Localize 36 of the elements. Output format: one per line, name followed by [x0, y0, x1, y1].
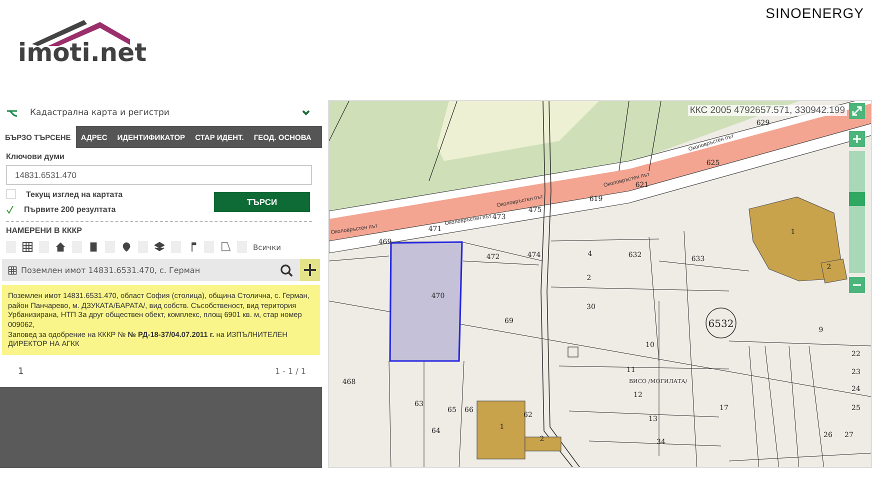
result-row[interactable]: Поземлен имот 14831.6531.470, с. Герман	[2, 259, 320, 281]
expand-icon	[852, 106, 862, 116]
add-button[interactable]	[300, 259, 320, 281]
layers-icon[interactable]	[154, 241, 165, 253]
keywords-field[interactable]: 14831.6531.470	[6, 165, 312, 185]
search-icon	[280, 264, 292, 276]
checkbox[interactable]	[6, 206, 14, 214]
zoom-in-button[interactable]	[849, 131, 865, 147]
polygon-icon[interactable]	[220, 241, 231, 253]
page-number[interactable]: 1	[18, 366, 24, 377]
checkmark-icon	[6, 206, 14, 214]
zoom-thumb[interactable]	[849, 192, 865, 206]
chevron-down-icon[interactable]	[302, 110, 310, 116]
plus-icon	[853, 135, 861, 143]
corner-text: SINOENERGY	[766, 5, 864, 21]
checkbox-label: Първите 200 резултата	[24, 205, 116, 214]
sheet-number: 6532	[708, 319, 734, 330]
coordinates-readout: ККС 2005 4792657.571, 330942.199	[688, 105, 847, 116]
logo-text: imoti.net	[18, 40, 147, 65]
result-title: Поземлен имот 14831.6531.470, с. Герман	[21, 266, 202, 274]
grid-icon	[8, 266, 17, 274]
panel-title: Кадастрална карта и регистри	[30, 108, 170, 118]
pin-icon[interactable]	[121, 241, 132, 253]
minus-icon	[853, 281, 861, 289]
home-icon[interactable]	[55, 241, 66, 253]
checkbox-label: Текущ изглед на картата	[26, 190, 123, 198]
fullscreen-button[interactable]	[849, 103, 865, 119]
plus-icon	[304, 264, 316, 276]
zoom-out-button[interactable]	[849, 277, 865, 293]
route-icon	[6, 109, 18, 117]
field-label: Ключови думи	[6, 152, 66, 161]
section-heading: НАМЕРЕНИ В КККР	[6, 226, 83, 235]
page-range: 1 - 1 / 1	[274, 366, 306, 377]
search-button[interactable]: ТЪРСИ	[214, 192, 310, 212]
zoom-slider[interactable]	[849, 151, 865, 273]
grid-icon[interactable]	[22, 241, 33, 253]
